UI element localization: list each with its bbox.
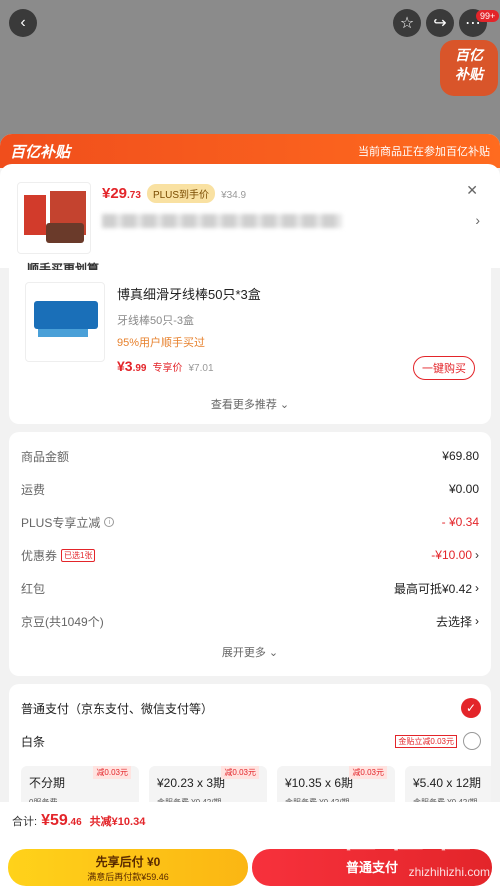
pay-option-normal[interactable]: 普通支付（京东支付、微信支付等） ✓ xyxy=(21,698,481,718)
order-total: 合计: ¥59.46 共减¥10.34 xyxy=(12,812,146,829)
radio-icon[interactable] xyxy=(463,732,481,750)
share-icon[interactable]: ↪ xyxy=(426,9,454,37)
cost-row-jingdou[interactable]: 京豆(共1049个) 去选择 › xyxy=(21,611,479,631)
cost-row-coupon[interactable]: 优惠券 已选1张 -¥10.00 › xyxy=(21,545,479,565)
baitiao-promo: 金贴立减0.03元 xyxy=(395,734,457,748)
check-icon[interactable]: ✓ xyxy=(461,698,481,718)
recommend-price: ¥3.99 xyxy=(117,358,147,374)
product-card[interactable]: ¥29.73 PLUS到手价 ¥34.9 ✕ › xyxy=(0,164,500,268)
plus-price-tag: PLUS到手价 xyxy=(146,184,216,203)
message-badge: 99+ xyxy=(476,10,500,22)
coupon-used-badge: 已选1张 xyxy=(61,548,96,562)
page-backdrop: ‹ ☆ ↪ ⋯ 99+ 百亿 补贴 xyxy=(0,0,500,134)
cost-row-redpacket[interactable]: 红包 最高可抵¥0.42 › xyxy=(21,578,479,598)
cost-row-shipping: 运费 ¥0.00 xyxy=(21,482,479,497)
product-desc-blurred xyxy=(102,214,342,228)
chevron-right-icon: › xyxy=(475,614,479,628)
subsidy-float-badge[interactable]: 百亿 补贴 xyxy=(440,40,498,96)
product-thumbnail xyxy=(17,182,91,254)
product-orig-price: ¥34.9 xyxy=(221,190,247,201)
info-icon[interactable]: i xyxy=(104,517,115,527)
recommend-heading: 顺手买更划算 xyxy=(27,262,100,270)
chevron-right-icon: › xyxy=(475,581,479,595)
pay-option-baitiao[interactable]: 白条 金贴立减0.03元 xyxy=(21,732,481,750)
recommend-card: 顺手买更划算 博真细滑牙线棒50只*3盒 牙线棒50只-3盒 95%用户顺手买过… xyxy=(9,262,491,424)
star-icon[interactable]: ☆ xyxy=(393,9,421,37)
total-savings: 共减¥10.34 xyxy=(89,816,146,828)
watermark-logo: 值 值 值 xyxy=(342,817,473,855)
back-icon[interactable]: ‹ xyxy=(9,9,37,37)
cost-summary-card: 商品金额 ¥69.80 运费 ¥0.00 PLUS专享立减 i - ¥0.34 优惠券… xyxy=(9,432,491,676)
chevron-right-icon: › xyxy=(475,548,479,562)
sheet-notice: 当前商品正在参加百亿补贴 xyxy=(358,146,490,158)
chevron-right-icon[interactable]: › xyxy=(475,212,480,228)
recommend-sub: 牙线棒50只-3盒 xyxy=(117,315,195,327)
cost-row-plus: PLUS专享立减 i - ¥0.34 xyxy=(21,515,479,530)
recommend-orig-price: ¥7.01 xyxy=(188,363,214,374)
one-click-buy-button[interactable]: 一键购买 xyxy=(413,356,475,380)
pay-later-button[interactable]: 先享后付 ¥0 满意后再付款¥59.46 xyxy=(8,849,248,886)
expand-more-link[interactable]: 展开更多 ⌄ xyxy=(9,644,491,660)
cost-row-goods: 商品金额 ¥69.80 xyxy=(21,449,479,464)
recommend-price-row: ¥3.99 专享价 ¥7.01 xyxy=(117,358,214,374)
recommend-title[interactable]: 博真细滑牙线棒50只*3盒 xyxy=(117,284,261,303)
checkout-sheet: 百亿补贴 当前商品正在参加百亿补贴 ¥29.73 PLUS到手价 ¥34.9 ✕… xyxy=(0,134,500,889)
recommend-thumbnail[interactable] xyxy=(25,282,105,362)
close-icon[interactable]: ✕ xyxy=(466,182,478,199)
recommend-price-label: 专享价 xyxy=(152,363,183,374)
product-price: ¥29.73 xyxy=(102,185,141,202)
recommend-hint: 95%用户顺手买过 xyxy=(117,337,206,349)
watermark-text: zhizhihizhi.com xyxy=(408,865,490,879)
sheet-header: 百亿补贴 当前商品正在参加百亿补贴 xyxy=(0,134,500,168)
more-recommend-link[interactable]: 查看更多推荐 ⌄ xyxy=(9,396,491,412)
sheet-title: 百亿补贴 xyxy=(10,143,71,161)
product-price-row: ¥29.73 PLUS到手价 ¥34.9 xyxy=(102,184,246,203)
